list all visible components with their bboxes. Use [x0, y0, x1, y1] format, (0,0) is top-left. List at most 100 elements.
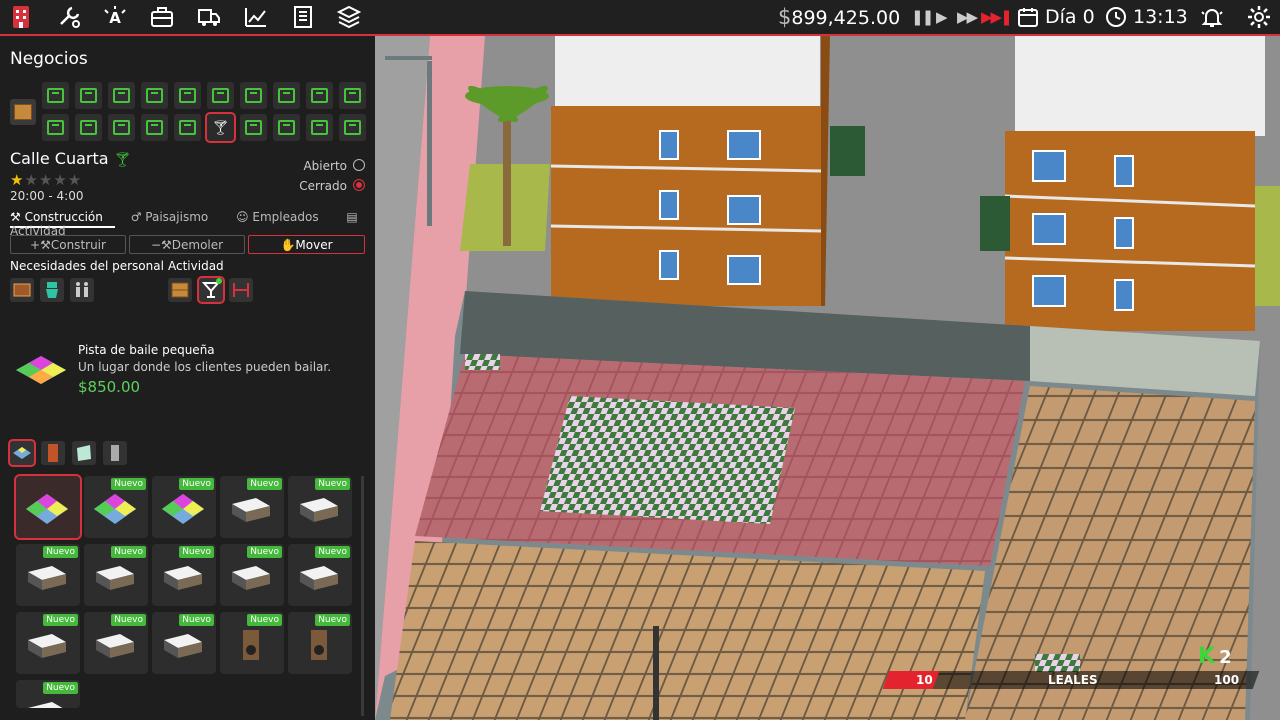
- stats-icon[interactable]: [243, 4, 269, 30]
- business-slot[interactable]: [42, 114, 69, 141]
- catalog-item-bar-counter-corner[interactable]: Nuevo: [16, 544, 80, 606]
- catalog-item-small-table[interactable]: Nuevo: [16, 612, 80, 674]
- business-name: Calle Cuarta 🍸︎: [10, 149, 131, 168]
- tools-icon[interactable]: [56, 4, 82, 30]
- notifications-bell-icon[interactable]: [1199, 4, 1225, 30]
- activity-bar-cocktail-icon[interactable]: [197, 276, 225, 304]
- loyalty-max: 100: [1214, 673, 1240, 687]
- new-badge: Nuevo: [179, 614, 214, 626]
- activity-storage-icon[interactable]: [168, 278, 192, 302]
- dance-floor[interactable]: [540, 396, 795, 524]
- cocktail-icon: 🍸︎: [113, 152, 132, 168]
- demolish-button[interactable]: −⚒ Demoler: [129, 235, 245, 254]
- activity-dance-icon[interactable]: [229, 278, 253, 302]
- building-icon: [278, 88, 295, 103]
- closed-toggle[interactable]: Cerrado: [299, 179, 365, 193]
- ledger-icon[interactable]: [290, 4, 316, 30]
- catalog-item-small-dance-floor[interactable]: [14, 474, 82, 540]
- catalog-item-large-speaker[interactable]: Nuevo: [288, 612, 352, 674]
- clock-icon: [1106, 7, 1126, 27]
- business-slot[interactable]: [207, 82, 234, 109]
- catalog-item-large-table[interactable]: Nuevo: [84, 612, 148, 674]
- opening-hours: 20:00 - 4:00: [10, 189, 84, 203]
- demolish-label: Demoler: [171, 237, 224, 252]
- catalog-item-medium-dance-floor[interactable]: Nuevo: [84, 476, 148, 538]
- currency-symbol: $: [778, 5, 792, 29]
- item-thumbnail: [28, 634, 66, 658]
- business-slot[interactable]: [108, 114, 135, 141]
- build-button[interactable]: +⚒ Construir: [10, 235, 126, 254]
- catalog-item-cash-register[interactable]: Nuevo: [220, 476, 284, 538]
- marketing-icon[interactable]: A: [102, 4, 128, 30]
- clock-time: 13:13: [1133, 6, 1188, 28]
- business-slot[interactable]: [240, 82, 267, 109]
- open-radio[interactable]: [353, 159, 365, 171]
- business-slot[interactable]: [174, 114, 201, 141]
- rating-star-empty: ★★★★: [24, 171, 83, 189]
- business-slot[interactable]: [141, 82, 168, 109]
- business-slot[interactable]: [306, 114, 333, 141]
- play-icon[interactable]: ▶: [936, 8, 947, 26]
- business-slot[interactable]: [240, 114, 267, 141]
- business-name-label: Calle Cuarta: [10, 149, 109, 168]
- business-icon[interactable]: [8, 4, 34, 30]
- category-floors[interactable]: [8, 439, 36, 467]
- settings-gear-icon[interactable]: [1246, 4, 1272, 30]
- business-slot[interactable]: [108, 82, 135, 109]
- catalog-item-wood-counter[interactable]: Nuevo: [16, 680, 80, 708]
- closed-radio[interactable]: [353, 179, 365, 191]
- business-slot[interactable]: [306, 82, 333, 109]
- move-button[interactable]: ✋ Mover: [248, 235, 365, 254]
- dumpster: [830, 126, 865, 176]
- business-slot[interactable]: [339, 82, 366, 109]
- catalog-item-bar-counter-straight[interactable]: Nuevo: [288, 476, 352, 538]
- category-doors[interactable]: [41, 441, 65, 465]
- business-slot[interactable]: [273, 82, 300, 109]
- activity-label: Actividad: [168, 259, 224, 273]
- new-badge: Nuevo: [43, 614, 78, 626]
- category-appliances[interactable]: [103, 441, 127, 465]
- day-counter: Día 0: [1045, 6, 1095, 28]
- catalog-item-dj-booth[interactable]: Nuevo: [288, 544, 352, 606]
- business-slot[interactable]: [42, 82, 69, 109]
- game-viewport[interactable]: [375, 36, 1280, 720]
- calendar-icon: [1018, 8, 1038, 27]
- catalog-item-bar-counter-short[interactable]: Nuevo: [152, 544, 216, 606]
- new-badge: Nuevo: [43, 682, 78, 694]
- fast-forward-icon[interactable]: ▶▶: [957, 8, 978, 26]
- staff-restroom-icon[interactable]: [70, 278, 94, 302]
- business-slot[interactable]: [75, 82, 102, 109]
- catalog-item-display-counter[interactable]: Nuevo: [152, 612, 216, 674]
- open-label: Abierto: [303, 159, 347, 173]
- business-slot-selected[interactable]: 🍸︎: [205, 112, 236, 143]
- staff-break-tv-icon[interactable]: [10, 278, 34, 302]
- business-slot[interactable]: [339, 114, 366, 141]
- loyalty-label: LEALES: [1048, 673, 1098, 687]
- catalog-item-bar-counter-long[interactable]: Nuevo: [220, 544, 284, 606]
- catalog-item-bar-counter-end[interactable]: Nuevo: [84, 544, 148, 606]
- catalog-item-small-speaker[interactable]: Nuevo: [220, 612, 284, 674]
- business-slot[interactable]: [75, 114, 102, 141]
- business-slot[interactable]: [141, 114, 168, 141]
- catalog-scrollbar[interactable]: [361, 476, 364, 716]
- svg-text:A: A: [109, 9, 121, 27]
- delivery-icon[interactable]: [196, 4, 222, 30]
- tab-landscaping[interactable]: ♂ Paisajismo: [131, 210, 221, 224]
- tab-construction-label: Construcción: [24, 210, 103, 224]
- item-thumbnail: [232, 566, 270, 590]
- fastest-icon[interactable]: ▶▶❚: [981, 8, 1013, 26]
- layers-icon[interactable]: [336, 4, 362, 30]
- category-walls[interactable]: [72, 441, 96, 465]
- staff-toilet-icon[interactable]: [40, 278, 64, 302]
- item-thumbnail: [28, 566, 66, 590]
- pause-icon[interactable]: ❚❚: [911, 8, 934, 26]
- storage-crate-button[interactable]: [10, 99, 36, 125]
- tab-employees[interactable]: ☺ Empleados: [236, 210, 331, 224]
- briefcase-icon[interactable]: [149, 4, 175, 30]
- business-slot[interactable]: [273, 114, 300, 141]
- catalog-item-large-dance-floor[interactable]: Nuevo: [152, 476, 216, 538]
- open-toggle[interactable]: Abierto: [303, 159, 365, 173]
- item-thumbnail: [26, 494, 68, 524]
- business-slot[interactable]: [174, 82, 201, 109]
- closed-label: Cerrado: [299, 179, 347, 193]
